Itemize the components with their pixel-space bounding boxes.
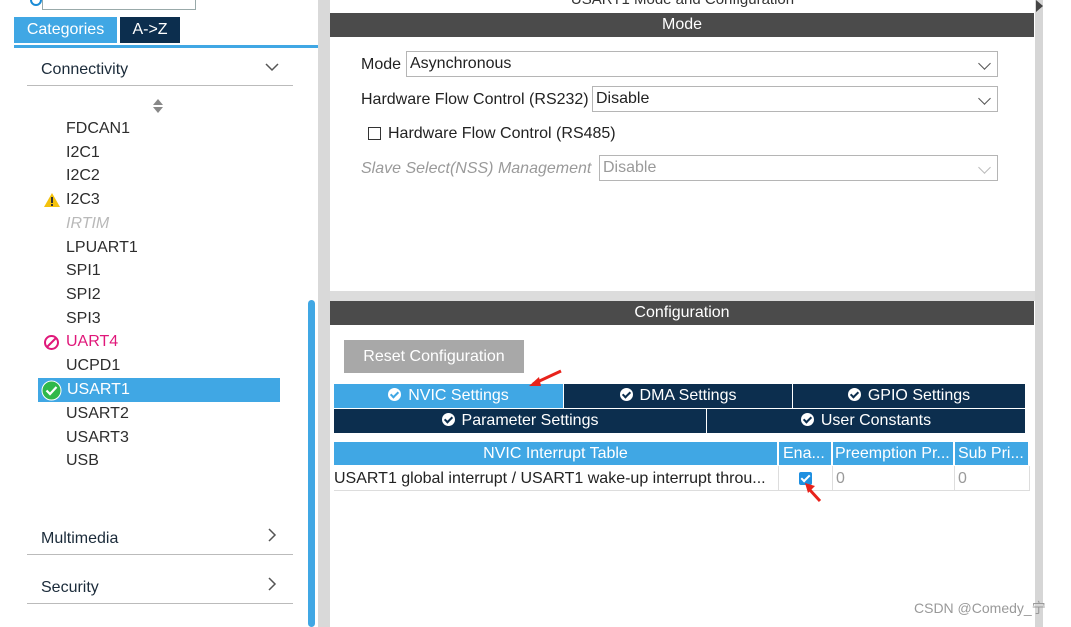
hfc232-select[interactable]: Disable: [592, 86, 998, 112]
category-label: Security: [41, 579, 99, 596]
chevron-right-icon: [265, 575, 279, 600]
nss-select[interactable]: Disable: [599, 155, 998, 181]
warning-icon: [43, 192, 61, 212]
category-security[interactable]: Security: [27, 573, 293, 604]
panel-splitter[interactable]: [318, 0, 330, 627]
tab-label: Parameter Settings: [461, 412, 599, 429]
peripheral-usart3[interactable]: USART3: [66, 427, 129, 449]
tab-label: DMA Settings: [639, 387, 737, 404]
peripheral-usart2[interactable]: USART2: [66, 403, 129, 425]
chevron-right-icon: [265, 526, 279, 551]
peripheral-spi2[interactable]: SPI2: [66, 284, 101, 306]
category-connectivity[interactable]: Connectivity: [27, 55, 293, 86]
tab-categories[interactable]: Categories: [14, 17, 117, 43]
red-arrow-icon: [527, 369, 563, 393]
preemption-cell[interactable]: 0: [833, 466, 955, 491]
check-circle-icon: [41, 380, 62, 405]
right-panel: USART1 Mode and Configuration Mode Mode …: [330, 0, 1035, 627]
hfc232-value: Disable: [596, 90, 650, 107]
left-panel: Categories A->Z Connectivity FDCAN1 I2C1…: [0, 0, 319, 627]
check-icon: [619, 388, 633, 401]
panel-title: USART1 Mode and Configuration: [330, 0, 1035, 8]
peripheral-spi1[interactable]: SPI1: [66, 260, 101, 282]
left-scrollbar[interactable]: [308, 300, 315, 627]
scroll-arrow-icon[interactable]: [1036, 0, 1043, 12]
nss-value: Disable: [603, 159, 657, 176]
column-header-enabled[interactable]: Ena...: [779, 442, 833, 465]
sub-priority-cell[interactable]: 0: [955, 466, 1030, 491]
peripheral-irtim[interactable]: IRTIM: [66, 213, 109, 235]
tab-label: GPIO Settings: [867, 387, 971, 404]
check-icon: [800, 413, 814, 426]
tab-label: NVIC Settings: [408, 387, 509, 404]
column-header-preemption[interactable]: Preemption Pr...: [833, 442, 955, 465]
mode-label: Mode: [361, 56, 402, 73]
chevron-down-icon: [265, 57, 279, 82]
mode-header: Mode: [330, 13, 1034, 37]
interrupt-name-cell: USART1 global interrupt / USART1 wake-up…: [334, 466, 779, 491]
category-multimedia[interactable]: Multimedia: [27, 524, 293, 555]
check-icon: [388, 388, 402, 401]
blocked-icon: [43, 334, 60, 355]
watermark: CSDN @Comedy_宁: [914, 600, 1046, 616]
right-scrollbar[interactable]: [1035, 0, 1043, 627]
check-icon: [847, 388, 861, 401]
section-divider: [330, 291, 1035, 301]
chevron-down-icon: [978, 92, 991, 105]
tab-gpio-settings[interactable]: GPIO Settings: [793, 384, 1026, 408]
tab-a-to-z[interactable]: A->Z: [120, 17, 180, 43]
tab-dma-settings[interactable]: DMA Settings: [564, 384, 793, 408]
hfc232-label: Hardware Flow Control (RS232): [361, 91, 589, 108]
peripheral-spi3[interactable]: SPI3: [66, 308, 101, 330]
peripheral-fdcan1[interactable]: FDCAN1: [66, 118, 130, 140]
mode-select[interactable]: Asynchronous: [406, 51, 998, 77]
peripheral-lpuart1[interactable]: LPUART1: [66, 237, 138, 259]
column-header-interrupt-table[interactable]: NVIC Interrupt Table: [334, 442, 779, 465]
mode-value: Asynchronous: [410, 55, 512, 72]
search-icon: [30, 0, 42, 6]
peripheral-uart4[interactable]: UART4: [66, 331, 118, 353]
nss-label: Slave Select(NSS) Management: [361, 160, 592, 177]
sort-icon[interactable]: [152, 98, 164, 114]
category-label: Multimedia: [41, 530, 119, 547]
reset-configuration-button[interactable]: Reset Configuration: [344, 340, 524, 373]
peripheral-usart1[interactable]: USART1: [67, 379, 130, 401]
peripheral-i2c3[interactable]: I2C3: [66, 189, 100, 211]
hfc485-label: Hardware Flow Control (RS485): [388, 125, 616, 142]
hfc485-checkbox[interactable]: [368, 127, 381, 140]
tab-parameter-settings[interactable]: Parameter Settings: [334, 409, 707, 433]
tab-user-constants[interactable]: User Constants: [707, 409, 1026, 433]
chevron-down-icon: [978, 161, 991, 174]
peripheral-ucpd1[interactable]: UCPD1: [66, 355, 120, 377]
peripheral-i2c1[interactable]: I2C1: [66, 142, 100, 164]
search-input[interactable]: [42, 0, 196, 10]
check-icon: [441, 413, 455, 426]
tab-label: User Constants: [820, 412, 932, 429]
left-tabbar: Categories A->Z: [14, 17, 319, 48]
configuration-header: Configuration: [330, 301, 1034, 325]
category-label: Connectivity: [41, 61, 129, 78]
chevron-down-icon: [978, 57, 991, 70]
column-header-sub-priority[interactable]: Sub Pri...: [955, 442, 1030, 465]
peripheral-usb[interactable]: USB: [66, 450, 99, 472]
peripheral-i2c2[interactable]: I2C2: [66, 165, 100, 187]
red-arrow-icon: [803, 481, 823, 507]
